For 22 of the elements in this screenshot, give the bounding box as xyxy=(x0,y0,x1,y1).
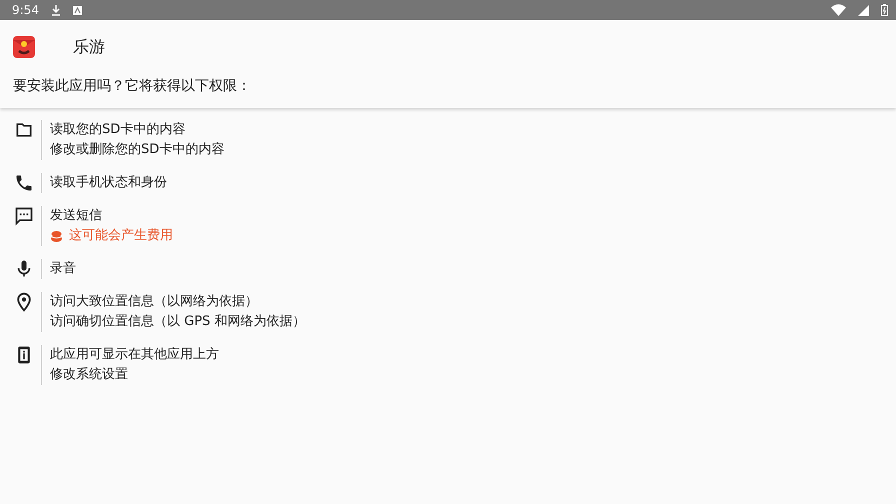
permission-text: 读取您的SD卡中的内容 xyxy=(50,121,186,139)
permission-text: 读取手机状态和身份 xyxy=(50,174,167,192)
permission-text: 发送短信 xyxy=(50,207,102,225)
download-icon xyxy=(50,4,61,16)
permission-text: 此应用可显示在其他应用上方 xyxy=(50,346,219,364)
coins-icon xyxy=(50,230,63,242)
wifi-icon xyxy=(831,4,846,16)
message-icon xyxy=(14,206,34,226)
permission-text: 修改系统设置 xyxy=(50,366,128,384)
install-prompt: 要安装此应用吗？它将获得以下权限： xyxy=(12,77,252,96)
permission-text: 访问大致位置信息（以网络为依据） xyxy=(50,293,258,311)
battery-icon xyxy=(881,4,888,16)
cost-warning: 这可能会产生费用 xyxy=(69,227,173,245)
app-name: 乐游 xyxy=(73,36,105,58)
signal-icon xyxy=(858,4,869,16)
permission-text: 录音 xyxy=(50,260,76,278)
permission-text: 访问确切位置信息（以 GPS 和网络为依据） xyxy=(50,313,306,331)
status-time: 9:54 xyxy=(12,3,39,17)
app-icon xyxy=(13,36,35,58)
notification-icon xyxy=(72,6,82,14)
permission-text: 修改或删除您的SD卡中的内容 xyxy=(50,141,224,159)
phone-icon xyxy=(14,173,34,193)
